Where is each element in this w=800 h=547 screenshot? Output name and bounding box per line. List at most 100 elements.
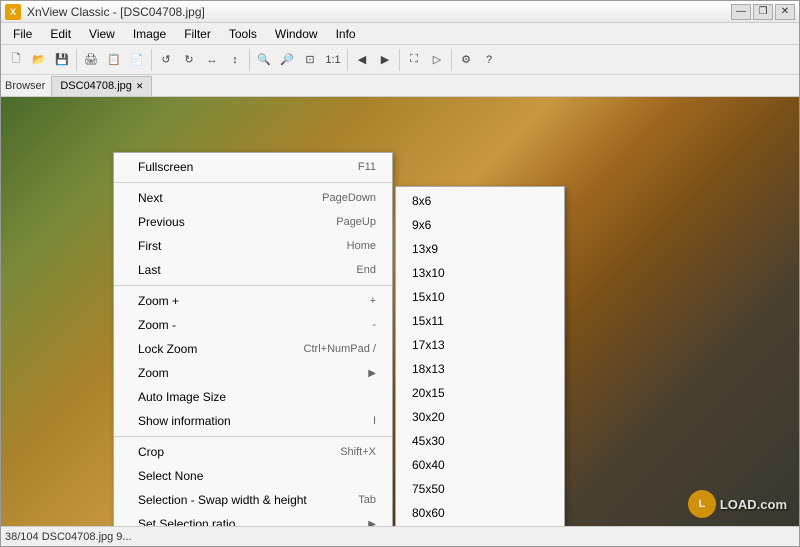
submenu-item-18x13[interactable]: 18x13 xyxy=(396,357,564,381)
menu-item-set-selection-ratio[interactable]: Set Selection ratio ▶ xyxy=(114,512,392,526)
menu-label-previous: Previous xyxy=(138,213,185,231)
menu-item-lock-zoom[interactable]: Lock Zoom Ctrl+NumPad / xyxy=(114,337,392,361)
menu-item-show-info[interactable]: Show information I xyxy=(114,409,392,433)
menu-info[interactable]: Info xyxy=(328,25,364,43)
menu-label-zoom: Zoom xyxy=(138,364,169,382)
menu-item-auto-image-size[interactable]: Auto Image Size xyxy=(114,385,392,409)
menu-label-auto-image-size: Auto Image Size xyxy=(138,388,226,406)
menu-sep-1 xyxy=(114,182,392,183)
menu-filter[interactable]: Filter xyxy=(176,25,219,43)
menu-item-select-none[interactable]: Select None xyxy=(114,464,392,488)
toolbar-btn-flip-h[interactable]: ↔ xyxy=(201,49,223,71)
toolbar-btn-next[interactable]: ▶ xyxy=(374,49,396,71)
toolbar-btn-open[interactable]: 📂 xyxy=(28,49,50,71)
tab-dsc[interactable]: DSC04708.jpg ✕ xyxy=(51,76,152,96)
menu-item-zoom[interactable]: Zoom ▶ xyxy=(114,361,392,385)
menu-edit[interactable]: Edit xyxy=(42,25,79,43)
submenu-item-20x15[interactable]: 20x15 xyxy=(396,381,564,405)
toolbar-btn-settings[interactable]: ⚙ xyxy=(455,49,477,71)
titlebar: X XnView Classic - [DSC04708.jpg] — ❐ ✕ xyxy=(1,1,799,23)
toolbar-btn-help[interactable]: ? xyxy=(478,49,500,71)
image-area: Fullscreen F11 Next PageDown Previous Pa… xyxy=(1,97,799,526)
toolbar-btn-rotate-left[interactable]: ↺ xyxy=(155,49,177,71)
menu-label-select-none: Select None xyxy=(138,467,203,485)
toolbar-sep-6 xyxy=(451,49,452,71)
toolbar-btn-zoom-in[interactable]: 🔍 xyxy=(253,49,275,71)
menu-shortcut-selection-swap: Tab xyxy=(358,492,376,509)
app-icon: X xyxy=(5,4,21,20)
toolbar-sep-2 xyxy=(151,49,152,71)
toolbar-btn-flip-v[interactable]: ↕ xyxy=(224,49,246,71)
menu-view[interactable]: View xyxy=(81,25,123,43)
toolbar-btn-slideshow[interactable]: ▷ xyxy=(426,49,448,71)
submenu-item-15x11[interactable]: 15x11 xyxy=(396,309,564,333)
menu-sep-3 xyxy=(114,436,392,437)
menu-label-set-selection-ratio: Set Selection ratio xyxy=(138,515,235,526)
menu-item-last[interactable]: Last End xyxy=(114,258,392,282)
menu-image[interactable]: Image xyxy=(125,25,174,43)
main-content: Fullscreen F11 Next PageDown Previous Pa… xyxy=(1,97,799,526)
menu-file[interactable]: File xyxy=(5,25,40,43)
menu-item-crop[interactable]: Crop Shift+X xyxy=(114,440,392,464)
menu-shortcut-next: PageDown xyxy=(322,190,376,207)
menu-label-zoom-minus: Zoom - xyxy=(138,316,176,334)
menu-label-first: First xyxy=(138,237,161,255)
main-window: X XnView Classic - [DSC04708.jpg] — ❐ ✕ … xyxy=(0,0,800,547)
tab-label: DSC04708.jpg xyxy=(60,80,132,92)
toolbar-btn-new[interactable]: 🗋 xyxy=(5,49,27,71)
menu-item-first[interactable]: First Home xyxy=(114,234,392,258)
toolbar-btn-save[interactable]: 💾 xyxy=(51,49,73,71)
menu-shortcut-lock-zoom: Ctrl+NumPad / xyxy=(304,341,376,358)
menu-item-previous[interactable]: Previous PageUp xyxy=(114,210,392,234)
load-watermark: L LOAD.com xyxy=(688,490,787,518)
menu-arrow-set-selection-ratio: ▶ xyxy=(368,517,376,527)
toolbar-btn-paste[interactable]: 📄 xyxy=(126,49,148,71)
submenu-item-9x6[interactable]: 9x6 xyxy=(396,213,564,237)
menu-shortcut-zoom-plus: + xyxy=(370,293,376,310)
minimize-button[interactable]: — xyxy=(731,4,751,20)
toolbar-sep-3 xyxy=(249,49,250,71)
menu-window[interactable]: Window xyxy=(267,25,326,43)
submenu-item-15x10[interactable]: 15x10 xyxy=(396,285,564,309)
toolbar-btn-zoom-1-1[interactable]: 1:1 xyxy=(322,49,344,71)
statusbar: 38/104 DSC04708.jpg 9... xyxy=(1,526,799,546)
toolbar-btn-print[interactable]: 🖨 xyxy=(80,49,102,71)
maximize-button[interactable]: ❐ xyxy=(753,4,773,20)
toolbar-btn-rotate-right[interactable]: ↻ xyxy=(178,49,200,71)
menu-item-fullscreen[interactable]: Fullscreen F11 xyxy=(114,155,392,179)
submenu-item-8x6[interactable]: 8x6 xyxy=(396,189,564,213)
menu-label-show-info: Show information xyxy=(138,412,231,430)
menu-item-zoom-minus[interactable]: Zoom - - xyxy=(114,313,392,337)
toolbar-btn-zoom-fit[interactable]: ⊡ xyxy=(299,49,321,71)
menu-label-last: Last xyxy=(138,261,161,279)
load-logo: L xyxy=(688,490,716,518)
submenu-item-17x13[interactable]: 17x13 xyxy=(396,333,564,357)
menu-tools[interactable]: Tools xyxy=(221,25,265,43)
close-button[interactable]: ✕ xyxy=(775,4,795,20)
toolbar-btn-prev[interactable]: ◀ xyxy=(351,49,373,71)
tabbar-browser-label: Browser xyxy=(5,80,45,92)
titlebar-left: X XnView Classic - [DSC04708.jpg] xyxy=(5,4,205,20)
toolbar-btn-zoom-out[interactable]: 🔎 xyxy=(276,49,298,71)
toolbar-sep-4 xyxy=(347,49,348,71)
menu-sep-2 xyxy=(114,285,392,286)
submenu-item-30x20[interactable]: 30x20 xyxy=(396,405,564,429)
toolbar-btn-copy[interactable]: 📋 xyxy=(103,49,125,71)
menubar: File Edit View Image Filter Tools Window… xyxy=(1,23,799,45)
menu-item-zoom-plus[interactable]: Zoom + + xyxy=(114,289,392,313)
window-title: XnView Classic - [DSC04708.jpg] xyxy=(27,5,205,19)
submenu-item-80x60[interactable]: 80x60 xyxy=(396,501,564,525)
menu-item-next[interactable]: Next PageDown xyxy=(114,186,392,210)
toolbar-btn-fullscreen[interactable]: ⛶ xyxy=(403,49,425,71)
submenu-item-60x40[interactable]: 60x40 xyxy=(396,453,564,477)
submenu-item-13x9[interactable]: 13x9 xyxy=(396,237,564,261)
tab-close-icon[interactable]: ✕ xyxy=(136,81,144,92)
menu-shortcut-zoom-minus: - xyxy=(372,317,376,334)
submenu-item-13x10[interactable]: 13x10 xyxy=(396,261,564,285)
submenu-item-75x50[interactable]: 75x50 xyxy=(396,477,564,501)
submenu-item-45x30[interactable]: 45x30 xyxy=(396,429,564,453)
titlebar-buttons[interactable]: — ❐ ✕ xyxy=(731,4,795,20)
menu-shortcut-show-info: I xyxy=(373,413,376,430)
menu-item-selection-swap[interactable]: Selection - Swap width & height Tab xyxy=(114,488,392,512)
toolbar-sep-1 xyxy=(76,49,77,71)
